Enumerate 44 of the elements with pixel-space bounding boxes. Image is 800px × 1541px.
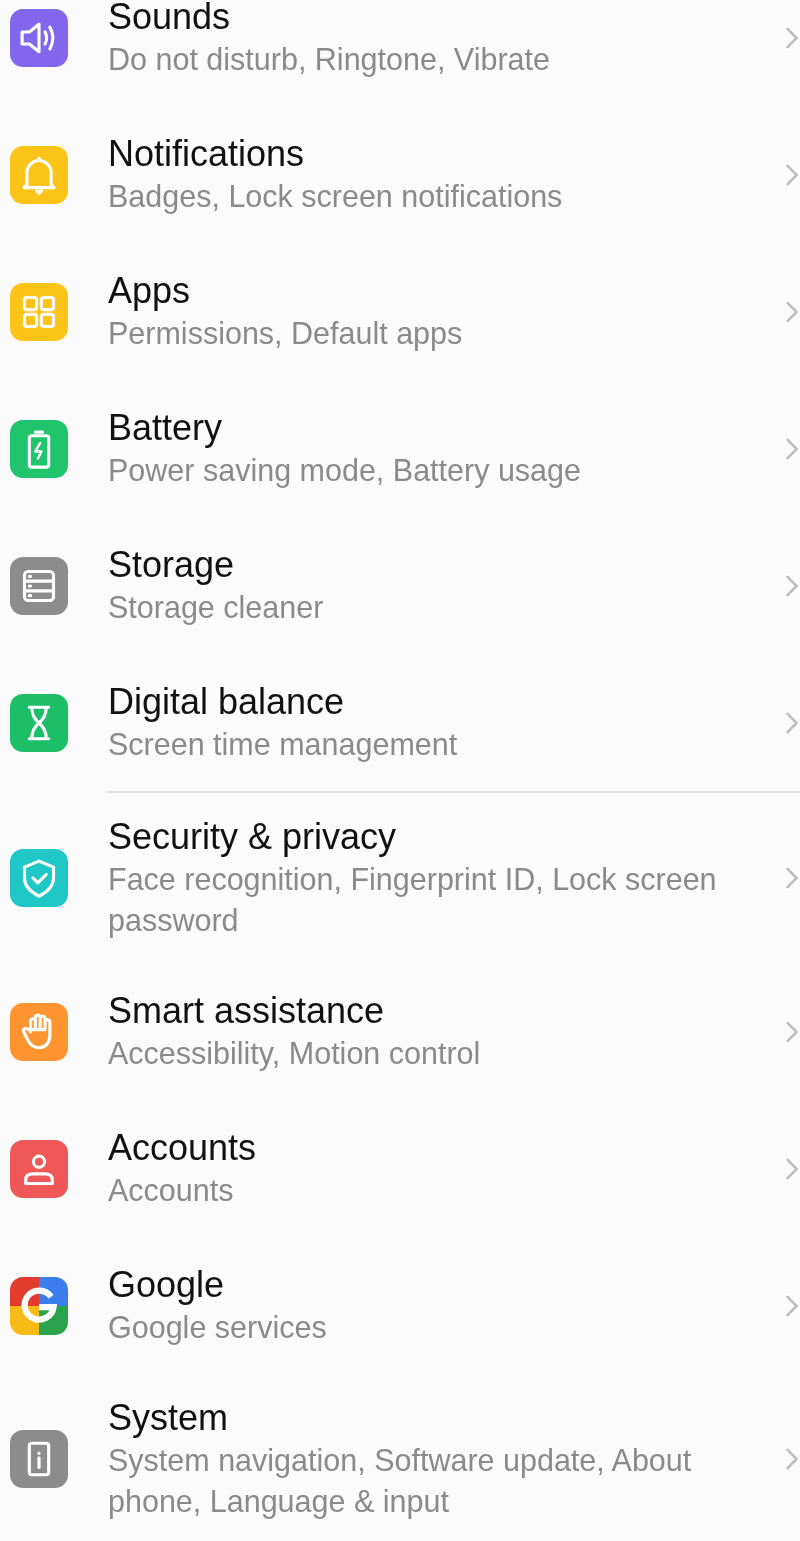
settings-item[interactable]: Accounts Accounts bbox=[0, 1100, 800, 1237]
grid-icon bbox=[10, 282, 68, 341]
hand-icon bbox=[10, 1002, 68, 1061]
item-subtitle: Google services bbox=[108, 1309, 328, 1347]
item-title: Battery bbox=[108, 406, 224, 450]
item-subtitle: Face recognition, Fingerprint ID, Lock screen password bbox=[108, 861, 718, 940]
list-icon bbox=[10, 556, 68, 615]
phone-icon bbox=[10, 1430, 68, 1488]
item-title: Google bbox=[108, 1263, 226, 1307]
item-title: Notifications bbox=[108, 132, 306, 176]
item-title: Digital balance bbox=[108, 680, 346, 724]
speaker-icon bbox=[10, 8, 68, 67]
settings-item[interactable]: Smart assistance Accessibility, Motion control bbox=[0, 963, 800, 1100]
hourglass-icon bbox=[10, 693, 68, 752]
shield-check-icon bbox=[10, 849, 68, 907]
item-title: Security & privacy bbox=[108, 815, 398, 859]
item-subtitle: Do not disturb, Ringtone, Vibrate bbox=[108, 41, 551, 79]
item-subtitle: Badges, Lock screen notifications bbox=[108, 178, 564, 216]
item-subtitle: System navigation, Software update, About phone, Language & input bbox=[108, 1442, 693, 1521]
item-title: Storage bbox=[108, 543, 236, 587]
item-subtitle: Accessibility, Motion control bbox=[108, 1035, 482, 1073]
item-title: Sounds bbox=[108, 0, 232, 39]
item-subtitle: Storage cleaner bbox=[108, 589, 325, 627]
settings-item[interactable]: Notifications Badges, Lock screen notifications bbox=[0, 106, 800, 243]
settings-item[interactable]: Apps Permissions, Default apps bbox=[0, 243, 800, 380]
settings-item[interactable]: Security & privacy Face recognition, Fingerprint ID, Lock screen password bbox=[0, 793, 800, 963]
item-title: Smart assistance bbox=[108, 989, 386, 1033]
settings-item[interactable]: Battery Power saving mode, Battery usage bbox=[0, 380, 800, 517]
settings-item[interactable]: Storage Storage cleaner bbox=[0, 517, 800, 654]
item-title: System bbox=[108, 1396, 230, 1440]
settings-item[interactable]: Google Google services bbox=[0, 1237, 800, 1374]
item-subtitle: Accounts bbox=[108, 1172, 235, 1209]
item-title: Apps bbox=[108, 269, 192, 313]
item-subtitle: Power saving mode, Battery usage bbox=[108, 452, 582, 490]
bell-icon bbox=[10, 145, 68, 204]
item-subtitle: Screen time management bbox=[108, 726, 459, 764]
settings-item[interactable]: System System navigation, Software update, About phone, Language & input bbox=[0, 1374, 800, 1541]
settings-item[interactable]: Sounds Do not disturb, Ringtone, Vibrate bbox=[0, 0, 800, 106]
item-subtitle: Permissions, Default apps bbox=[108, 315, 464, 353]
battery-icon bbox=[10, 419, 68, 478]
settings-item[interactable]: Digital balance Screen time management bbox=[0, 654, 800, 791]
g-logo-icon bbox=[10, 1276, 68, 1335]
person-icon bbox=[10, 1139, 68, 1198]
item-title: Accounts bbox=[108, 1126, 258, 1170]
